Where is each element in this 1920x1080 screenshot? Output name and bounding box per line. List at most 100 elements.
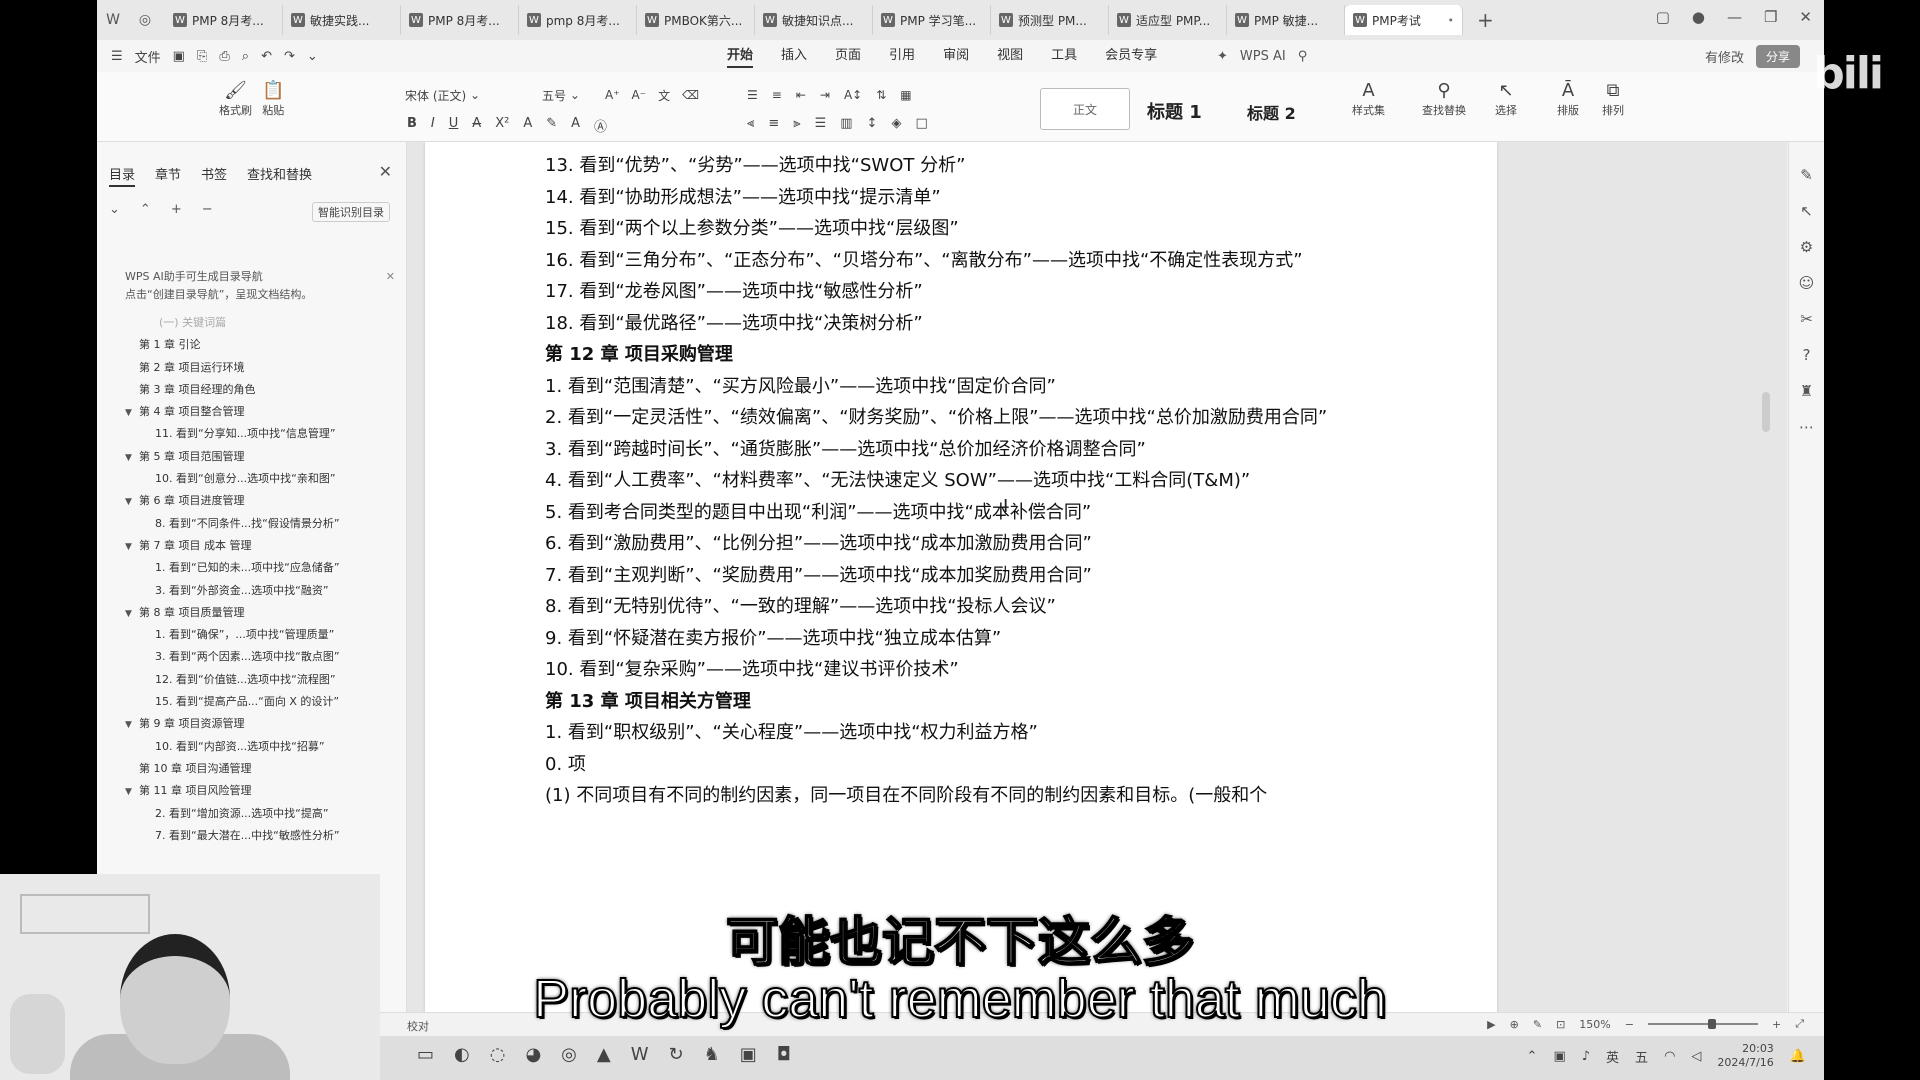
text-direction-icon[interactable]: A↕ (844, 88, 862, 102)
toc-item[interactable]: 8. 看到“不同条件...找“假设情景分析” (109, 513, 399, 535)
expand-caret-icon[interactable]: ▼ (125, 447, 139, 468)
toc-item[interactable]: ▼ 第 11 章 项目风险管理 (109, 780, 399, 802)
toc-item[interactable]: 3. 看到“外部资金...选项中找“融资” (109, 580, 399, 602)
align-left-icon[interactable]: ⫷ (747, 116, 754, 131)
edge-icon[interactable]: ◐ (454, 1044, 470, 1065)
app3-icon[interactable]: ▣ (740, 1044, 757, 1065)
ime-mode-indicator[interactable]: 五 (1635, 1047, 1648, 1066)
numbered-list-icon[interactable]: ≡ (772, 88, 782, 102)
document-body[interactable]: 13. 看到“优势”、“劣势”——选项中找“SWOT 分析” 14. 看到“协助形… (545, 150, 1425, 812)
toc-item[interactable]: 1. 看到“已知的未...项中找“应急储备” (109, 557, 399, 579)
undo-icon[interactable]: ↶ (261, 49, 272, 64)
toc-item[interactable]: (一) 关键词篇 (109, 312, 399, 334)
folder-icon[interactable]: ▭ (417, 1044, 434, 1065)
style-set-button[interactable]: A 样式集 (1352, 80, 1385, 118)
volume-icon[interactable]: ◁ (1691, 1049, 1701, 1064)
hamburger-icon[interactable]: ☰ (111, 49, 123, 64)
clock[interactable]: 20:03 2024/7/16 (1717, 1042, 1773, 1070)
toc-item[interactable]: ▼ 第 9 章 项目资源管理 (109, 713, 399, 735)
nav-pane-tab[interactable]: 目录 (109, 164, 136, 187)
bullet-list-icon[interactable]: ☰ (747, 88, 758, 102)
table-icon[interactable]: ▦ (900, 88, 911, 102)
toc-item[interactable]: 第 3 章 项目经理的角色 (109, 379, 399, 401)
toc-item[interactable]: 3. 看到“两个因素...选项中找“散点图” (109, 646, 399, 668)
save-icon[interactable]: ▣ (173, 49, 185, 64)
ribbon-tab[interactable]: 开始 (727, 44, 754, 68)
toc-item[interactable]: 10. 看到“内部资...选项中找“招募” (109, 736, 399, 758)
toc-item[interactable]: 7. 看到“最大潜在...中找“敏感性分析” (109, 825, 399, 847)
phonetic-icon[interactable]: 文 (658, 87, 670, 104)
toc-item[interactable]: 12. 看到“价值链...选项中找“流程图” (109, 669, 399, 691)
expand-caret-icon[interactable]: ▼ (125, 781, 139, 802)
align-right-icon[interactable]: ⫸ (793, 116, 800, 131)
toc-item[interactable]: 15. 看到“提高产品...“面向 X 的设计” (109, 691, 399, 713)
arrange-button[interactable]: ⧉ 排列 (1602, 80, 1624, 118)
document-tab[interactable]: W PMP 8月考... (401, 5, 519, 35)
distribute-icon[interactable]: ▥ (840, 116, 852, 131)
docer-icon[interactable]: ◎ (133, 8, 157, 32)
close-icon[interactable]: ✕ (386, 268, 395, 286)
toc-item[interactable]: ▼ 第 4 章 项目整合管理 (109, 401, 399, 423)
ribbon-tab[interactable]: 页面 (835, 44, 861, 68)
bold-icon[interactable]: B (407, 116, 417, 135)
increase-indent-icon[interactable]: ⇥ (820, 88, 830, 102)
wps-logo-icon[interactable]: W (101, 8, 125, 32)
toc-item[interactable]: ▼ 第 6 章 项目进度管理 (109, 490, 399, 512)
maximize-icon[interactable]: ❐ (1764, 8, 1777, 26)
toc-item[interactable]: 第 10 章 项目沟通管理 (109, 758, 399, 780)
underline-icon[interactable]: U (449, 116, 459, 135)
ribbon-tab[interactable]: 工具 (1051, 44, 1077, 68)
app4-icon[interactable]: ◘ (777, 1044, 791, 1065)
ai-assistant-icon[interactable]: ☺ (1799, 274, 1815, 292)
document-tab[interactable]: W PMBOK第六... (637, 5, 755, 35)
toc-item[interactable]: ▼ 第 8 章 项目质量管理 (109, 602, 399, 624)
vertical-scrollbar[interactable] (1762, 392, 1770, 432)
char-border-icon[interactable]: Ⓐ (594, 116, 607, 135)
share-button[interactable]: 分享 (1755, 44, 1800, 68)
wps-ai-button[interactable]: WPS AI (1240, 49, 1286, 64)
sort-icon[interactable]: ⇅ (876, 88, 886, 102)
toc-item[interactable]: 1. 看到“确保”，...项中找“管理质量” (109, 624, 399, 646)
nav-pane-tab[interactable]: 书签 (201, 164, 227, 187)
minimize-icon[interactable]: — (1727, 8, 1742, 26)
settings-slider-icon[interactable]: ⚙ (1800, 238, 1813, 256)
ime-indicator[interactable]: 英 (1606, 1047, 1619, 1066)
nav-pane-tab[interactable]: 查找和替换 (247, 164, 312, 187)
ribbon-tab[interactable]: 视图 (997, 44, 1023, 68)
shading-icon[interactable]: ◈ (891, 116, 901, 131)
browser-icon[interactable]: ◕ (525, 1044, 541, 1065)
document-page[interactable]: 13. 看到“优势”、“劣势”——选项中找“SWOT 分析” 14. 看到“协助形… (425, 142, 1497, 1012)
print-icon[interactable]: ⎙ (219, 49, 229, 64)
ribbon-tab[interactable]: 审阅 (943, 44, 969, 68)
wps-taskbar-icon[interactable]: W (631, 1044, 649, 1065)
pen-icon[interactable]: ✎ (1800, 166, 1813, 184)
add-heading-icon[interactable]: + (171, 202, 182, 217)
more-icon[interactable]: ⋯ (1799, 418, 1814, 436)
shrink-font-icon[interactable]: A⁻ (632, 88, 647, 102)
shirt-icon[interactable]: ♜ (1800, 382, 1813, 400)
font-name-select[interactable]: 宋体 (正文) ⌄ (405, 84, 520, 106)
superscript-icon[interactable]: X² (495, 116, 509, 135)
align-center-icon[interactable]: ≡ (768, 116, 779, 131)
find-replace-button[interactable]: ⚲ 查找替换 (1422, 80, 1466, 118)
print-preview-icon[interactable]: ⌕ (242, 49, 249, 64)
expand-caret-icon[interactable]: ▼ (125, 491, 139, 512)
mic-icon[interactable]: ♪ (1582, 1049, 1590, 1064)
document-tab[interactable]: W PMP 学习笔... (873, 5, 991, 35)
avatar[interactable]: ● (1692, 8, 1705, 26)
expand-caret-icon[interactable]: ▼ (125, 603, 139, 624)
close-icon[interactable]: ✕ (1799, 8, 1812, 26)
wifi-icon[interactable]: ◠ (1664, 1049, 1675, 1064)
notification-icon[interactable]: 🔔 (1790, 1049, 1806, 1064)
document-tab[interactable]: W 预测型 PM... (991, 5, 1109, 35)
font-color-icon[interactable]: A (571, 116, 580, 135)
chevron-down-icon[interactable]: ⌄ (307, 49, 318, 64)
search-icon[interactable]: ⚲ (1298, 49, 1308, 64)
toc-item[interactable]: 第 2 章 项目运行环境 (109, 357, 399, 379)
clear-format-icon[interactable]: ⌫ (682, 88, 699, 102)
export-pdf-icon[interactable]: ⎘ (197, 49, 207, 64)
document-tab[interactable]: W PMP 敏捷... (1227, 5, 1345, 35)
document-tab[interactable]: W 适应型 PMP... (1109, 5, 1227, 35)
new-tab-button[interactable]: + (1477, 8, 1494, 32)
italic-icon[interactable]: I (431, 116, 435, 135)
